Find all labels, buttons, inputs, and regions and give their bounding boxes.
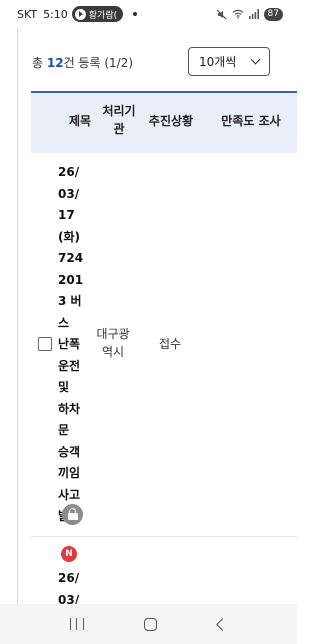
battery-indicator: 87 (263, 7, 283, 21)
title-line: 및 (58, 380, 70, 394)
table-header: 제목 처리기 관 추진상황 만족도 조사 (31, 91, 297, 153)
title-line: 승객 (58, 444, 81, 459)
column-header-status: 추진상황 (148, 114, 194, 128)
row-agency: 대구광 역시 (95, 325, 131, 361)
title-line: 난폭 (58, 337, 81, 351)
title-line: 운전 (58, 358, 81, 373)
title-line: (화) (58, 229, 81, 244)
agency-line: 역시 (101, 345, 125, 359)
column-header-title: 제목 (68, 114, 92, 128)
title-line: 724 (58, 251, 84, 265)
new-badge-icon: N (61, 546, 77, 562)
count-value: 12 (46, 56, 64, 70)
notification-dot-icon (133, 12, 138, 16)
title-line: 03/ (58, 186, 80, 201)
per-page-select[interactable]: 10개씩 (188, 47, 270, 76)
play-icon (74, 8, 86, 20)
row-divider (31, 536, 297, 537)
title-line: 스 (58, 315, 70, 330)
row-status: 접수 (158, 337, 182, 351)
column-header-agency: 처리기 관 (99, 102, 139, 138)
title-line: 끼임 (58, 466, 81, 480)
title-line: 하차 (58, 401, 81, 416)
back-icon[interactable] (215, 617, 229, 631)
navigation-bar (0, 604, 297, 644)
title-line: 17 (58, 208, 75, 222)
title-line: 201 (58, 272, 84, 287)
mute-icon (216, 9, 226, 19)
count-prefix: 총 (32, 56, 44, 70)
row-title-link[interactable]: 26/ 03/ 17 (화) 724 201 3 버 스 난폭 운전 및 하차 … (58, 162, 93, 528)
system-icons: 87 (216, 7, 283, 21)
column-header-agency-line: 처리기 (102, 104, 136, 118)
title-line: 3 버 (58, 294, 82, 308)
column-header-agency-line: 관 (113, 122, 125, 136)
lock-icon (62, 504, 83, 525)
title-line: 03/ (58, 592, 80, 605)
title-line: 26/ (58, 571, 80, 585)
count-suffix: 건 등록 (1/2) (63, 56, 134, 70)
total-count: 총 12건 등록 (1/2) (32, 54, 133, 71)
recent-apps-icon[interactable] (70, 618, 85, 630)
status-bar: SKT 5:10 황가람( 87 (0, 0, 297, 28)
title-line: 사고 (58, 487, 81, 502)
carrier-label: SKT (17, 7, 38, 21)
complaint-list: 총 12건 등록 (1/2) 10개씩 제목 처리기 관 추진상황 만족도 조사… (17, 28, 297, 604)
home-icon[interactable] (144, 617, 158, 631)
column-header-satisfaction: 만족도 조사 (221, 114, 281, 128)
chevron-down-icon (250, 54, 261, 65)
row-checkbox[interactable] (38, 337, 52, 351)
clock: 5:10 (43, 7, 68, 21)
title-line: 문 (58, 423, 70, 437)
per-page-value: 10개씩 (199, 55, 237, 69)
media-notification-label: 황가람( (88, 10, 118, 21)
signal-icon (248, 9, 259, 19)
agency-line: 대구광 (96, 327, 130, 341)
wifi-icon (232, 9, 243, 19)
row-title-link[interactable]: 26/ 03/ (58, 568, 93, 604)
title-line: 26/ (58, 165, 80, 179)
media-notification-pill[interactable]: 황가람( (71, 6, 124, 22)
